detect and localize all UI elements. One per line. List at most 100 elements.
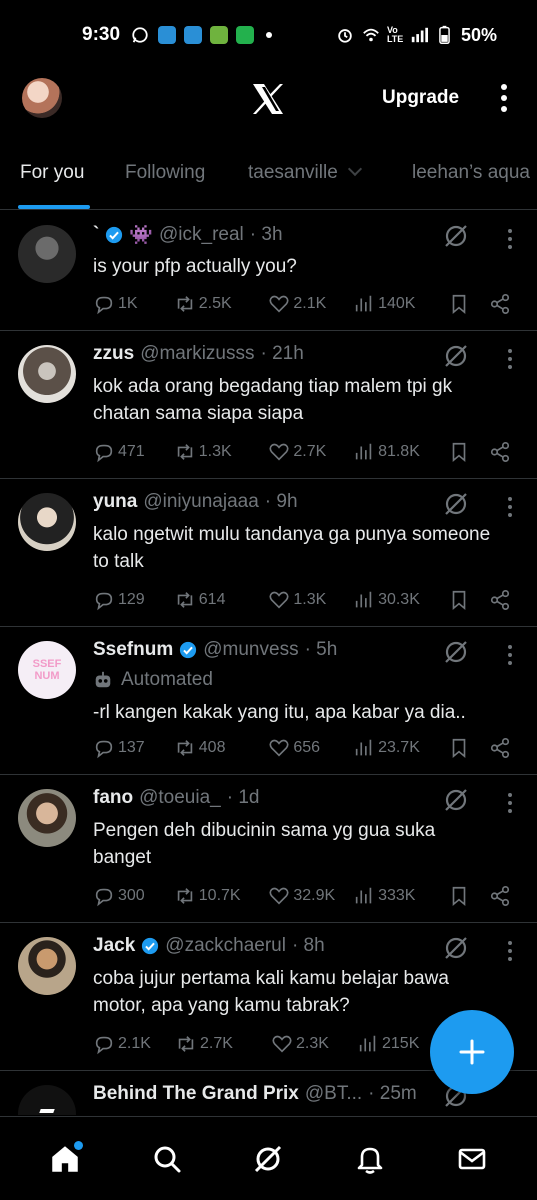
tweet-actions: 1K 2.5K 2.1K 140K (93, 291, 511, 317)
grok-icon[interactable] (443, 343, 469, 369)
more-options-icon[interactable] (492, 80, 516, 116)
nav-messages[interactable] (448, 1135, 496, 1183)
repost-button[interactable]: 2.5K (174, 293, 269, 315)
nav-search[interactable] (143, 1135, 191, 1183)
nav-notifications[interactable] (346, 1135, 394, 1183)
handle[interactable]: @munvess (203, 639, 298, 661)
tweet-header: zzus @markizusss · 21h (93, 343, 457, 365)
avatar[interactable] (18, 225, 76, 283)
heart-icon (272, 1035, 292, 1053)
like-button[interactable]: 2.7K (268, 441, 353, 463)
like-button[interactable]: 2.1K (268, 293, 353, 315)
share-button[interactable] (489, 293, 511, 315)
reply-button[interactable]: 471 (93, 441, 174, 463)
share-button[interactable] (489, 441, 511, 463)
handle[interactable]: @zackchaerul (165, 935, 286, 957)
alarm-icon (335, 25, 355, 45)
bookmark-button[interactable] (448, 293, 489, 315)
profile-avatar[interactable] (22, 78, 62, 118)
compose-button[interactable] (430, 1010, 514, 1094)
tweet-actions: 300 10.7K 32.9K 333K (93, 883, 511, 909)
repost-button[interactable]: 1.3K (174, 441, 269, 463)
tweet[interactable]: yuna @iniyunajaaa · 9h kalo ngetwit mulu… (0, 479, 537, 627)
repost-button[interactable]: 10.7K (174, 885, 269, 907)
notification-icons (130, 25, 273, 45)
display-name[interactable]: zzus (93, 343, 134, 365)
tweet-more-icon[interactable] (507, 229, 513, 249)
share-button[interactable] (489, 589, 511, 611)
avatar[interactable] (18, 345, 76, 403)
like-button[interactable]: 656 (268, 737, 353, 759)
like-button[interactable]: 1.3K (268, 589, 353, 611)
views-icon (355, 591, 372, 608)
views-button[interactable]: 333K (353, 885, 448, 907)
avatar[interactable] (18, 493, 76, 551)
grok-icon[interactable] (443, 639, 469, 665)
automated-label: Automated (93, 669, 213, 691)
grok-icon[interactable] (443, 787, 469, 813)
handle[interactable]: @BT... (305, 1083, 362, 1105)
repost-button[interactable]: 2.7K (175, 1033, 271, 1055)
like-button[interactable]: 32.9K (268, 885, 353, 907)
chevron-down-icon (347, 161, 362, 177)
tweet-more-icon[interactable] (507, 349, 513, 369)
tweet-header: ` 👾 @ick_real · 3h (93, 223, 457, 247)
display-name[interactable]: Ssefnum (93, 639, 173, 661)
grok-icon[interactable] (443, 223, 469, 249)
share-button[interactable] (489, 885, 511, 907)
display-name[interactable]: yuna (93, 491, 137, 513)
handle[interactable]: @iniyunajaaa (143, 491, 258, 513)
tweet-more-icon[interactable] (507, 941, 513, 961)
avatar[interactable]: SSEF NUM (18, 641, 76, 699)
avatar[interactable] (18, 937, 76, 995)
reply-button[interactable]: 300 (93, 885, 174, 907)
verified-badge-icon (106, 226, 123, 244)
bookmark-button[interactable] (448, 589, 489, 611)
tweet-more-icon[interactable] (507, 497, 513, 517)
views-button[interactable]: 23.7K (353, 737, 448, 759)
tweet-more-icon[interactable] (507, 793, 513, 813)
reply-button[interactable]: 2.1K (93, 1033, 175, 1055)
reply-button[interactable]: 1K (93, 293, 174, 315)
avatar[interactable] (18, 1085, 76, 1115)
nav-grok[interactable] (244, 1135, 292, 1183)
share-button[interactable] (489, 737, 511, 759)
tweet-text: Pengen deh dibucinin sama yg gua suka ba… (93, 820, 436, 868)
avatar[interactable] (18, 789, 76, 847)
handle[interactable]: @ick_real (159, 224, 244, 246)
tab-leehans-aqua[interactable]: leehan’s aqua (412, 162, 530, 184)
repost-button[interactable]: 408 (174, 737, 269, 759)
plus-icon (459, 1039, 485, 1065)
tab-for-you[interactable]: For you (20, 162, 84, 184)
views-button[interactable]: 81.8K (353, 441, 448, 463)
upgrade-button[interactable]: Upgrade (370, 82, 471, 114)
reply-button[interactable]: 129 (93, 589, 174, 611)
display-name[interactable]: fano (93, 787, 133, 809)
handle[interactable]: @markizusss (140, 343, 254, 365)
like-button[interactable]: 2.3K (271, 1033, 357, 1055)
bookmark-icon (452, 590, 465, 611)
display-name[interactable]: ` (93, 224, 99, 246)
handle[interactable]: @toeuia_ (139, 787, 221, 809)
tweet[interactable]: ` 👾 @ick_real · 3h is your pfp actually … (0, 211, 537, 331)
display-name[interactable]: Jack (93, 935, 135, 957)
line-icon (236, 26, 255, 44)
repost-button[interactable]: 614 (174, 589, 269, 611)
grok-icon[interactable] (443, 491, 469, 517)
bookmark-button[interactable] (448, 737, 489, 759)
bookmark-button[interactable] (448, 441, 489, 463)
display-name[interactable]: Behind The Grand Prix (93, 1083, 299, 1105)
nav-home[interactable] (41, 1135, 89, 1183)
tweet[interactable]: fano @toeuia_ · 1d Pengen deh dibucinin … (0, 775, 537, 923)
tab-taesanville[interactable]: taesanville (248, 161, 362, 184)
reply-button[interactable]: 137 (93, 737, 174, 759)
grok-icon[interactable] (443, 935, 469, 961)
active-tab-indicator (18, 205, 90, 209)
tweet[interactable]: zzus @markizusss · 21h kok ada orang beg… (0, 331, 537, 479)
views-button[interactable]: 140K (353, 293, 448, 315)
views-button[interactable]: 30.3K (353, 589, 448, 611)
tab-following[interactable]: Following (125, 162, 205, 184)
tweet[interactable]: SSEF NUM Ssefnum @munvess · 5h Automated… (0, 627, 537, 775)
tweet-more-icon[interactable] (507, 645, 513, 665)
bookmark-button[interactable] (448, 885, 489, 907)
